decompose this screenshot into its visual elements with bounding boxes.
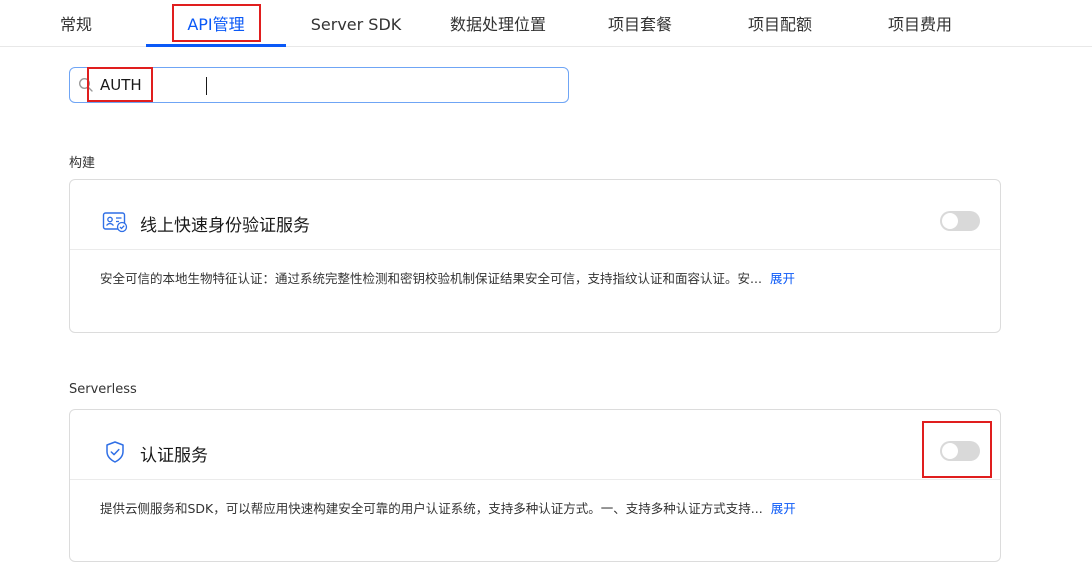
shield-check-icon — [106, 441, 124, 463]
tab-project-fees[interactable]: 项目费用 — [870, 0, 970, 47]
expand-link[interactable]: 展开 — [771, 501, 796, 516]
description-text: 提供云侧服务和SDK，可以帮应用快速构建安全可靠的用户认证系统，支持多种认证方式… — [100, 501, 763, 516]
expand-link[interactable]: 展开 — [770, 271, 795, 286]
tab-project-quota[interactable]: 项目配额 — [730, 0, 830, 47]
service-toggle[interactable] — [940, 211, 980, 231]
tab-api-management[interactable]: API管理 — [146, 0, 286, 47]
text-caret — [206, 77, 207, 95]
card-header: 线上快速身份验证服务 — [70, 180, 1000, 250]
id-card-icon — [102, 212, 128, 233]
card-description: 提供云侧服务和SDK，可以帮应用快速构建安全可靠的用户认证系统，支持多种认证方式… — [100, 498, 796, 517]
active-tab-indicator — [146, 44, 286, 47]
card-description: 安全可信的本地生物特征认证：通过系统完整性检测和密钥校验机制保证结果安全可信，支… — [100, 268, 795, 287]
tab-server-sdk[interactable]: Server SDK — [300, 0, 412, 47]
tab-general[interactable]: 常规 — [40, 0, 112, 47]
section-title-build: 构建 — [69, 156, 96, 171]
description-text: 安全可信的本地生物特征认证：通过系统完整性检测和密钥校验机制保证结果安全可信，支… — [100, 271, 762, 286]
service-card-auth: 认证服务 提供云侧服务和SDK，可以帮应用快速构建安全可靠的用户认证系统，支持多… — [69, 409, 1001, 562]
search-box[interactable] — [69, 67, 569, 103]
service-toggle[interactable] — [940, 441, 980, 461]
toggle-knob — [942, 213, 958, 229]
tab-project-package[interactable]: 项目套餐 — [590, 0, 690, 47]
service-card-online-identity: 线上快速身份验证服务 安全可信的本地生物特征认证：通过系统完整性检测和密钥校验机… — [69, 179, 1001, 333]
section-title-serverless: Serverless — [69, 382, 137, 397]
card-title: 认证服务 — [140, 446, 208, 466]
card-title: 线上快速身份验证服务 — [140, 216, 310, 236]
toggle-knob — [942, 443, 958, 459]
tab-data-location[interactable]: 数据处理位置 — [436, 0, 560, 47]
search-icon — [78, 77, 93, 92]
card-header: 认证服务 — [70, 410, 1000, 480]
search-input[interactable] — [100, 73, 540, 97]
tab-bar: 常规 API管理 Server SDK 数据处理位置 项目套餐 项目配额 项目费… — [0, 0, 1092, 47]
